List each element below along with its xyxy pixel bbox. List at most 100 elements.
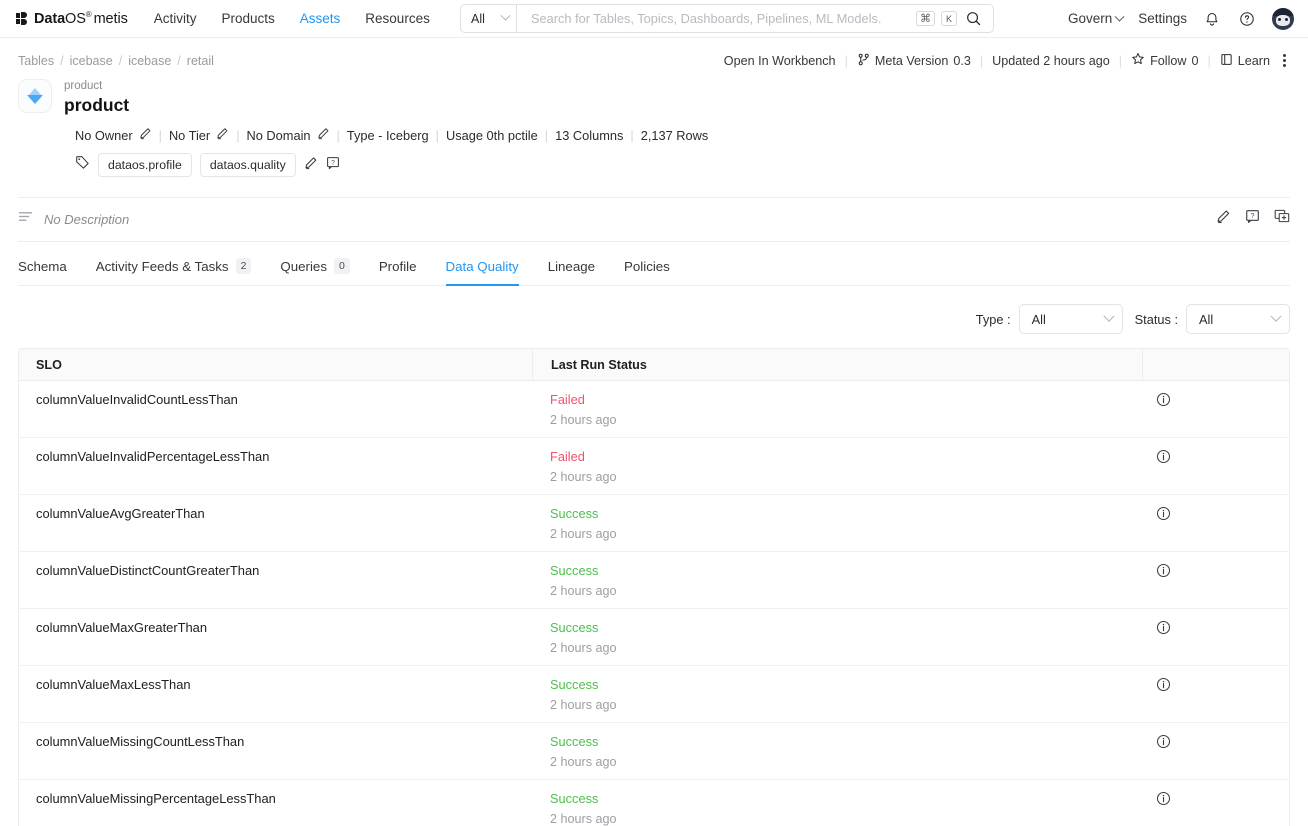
info-icon[interactable] xyxy=(1156,392,1171,412)
svg-text:?: ? xyxy=(1251,213,1255,220)
type-filter-label: Type : xyxy=(975,311,1011,327)
table-row[interactable]: columnValueInvalidCountLessThan Failed 2 h… xyxy=(19,381,1289,438)
table-row[interactable]: columnValueMaxGreaterThan Success 2 hours … xyxy=(19,609,1289,666)
status-badge: Success xyxy=(550,677,599,692)
nav-item-settings[interactable]: Settings xyxy=(1138,11,1187,26)
column-header-actions xyxy=(1142,349,1289,380)
description-actions: ? xyxy=(1216,209,1290,229)
more-options-icon[interactable] xyxy=(1279,52,1290,69)
cell-last-run-status: Failed 2 hours ago xyxy=(532,391,1142,427)
meta-divider: | xyxy=(158,127,162,143)
notification-bell-icon[interactable] xyxy=(1202,9,1222,29)
edit-pencil-icon[interactable] xyxy=(304,156,318,175)
chevron-down-icon xyxy=(1270,310,1282,322)
asset-details-page: Tables / icebase / icebase / retail Open… xyxy=(0,38,1308,826)
table-row[interactable]: columnValueMaxLessThan Success 2 hours ago xyxy=(19,666,1289,723)
cell-last-run-status: Failed 2 hours ago xyxy=(532,448,1142,484)
edit-pencil-icon[interactable] xyxy=(139,127,152,143)
tab-badge: 2 xyxy=(235,258,252,274)
asset-title-block: product product xyxy=(64,79,129,116)
breadcrumb-item-icebase-service[interactable]: icebase xyxy=(70,54,113,68)
tag-icon xyxy=(75,155,90,175)
status-timestamp: 2 hours ago xyxy=(550,413,617,427)
asset-title-row: product product xyxy=(18,79,1290,116)
follow-label: Follow xyxy=(1150,53,1187,68)
meta-domain[interactable]: No Domain xyxy=(247,127,330,143)
meta-tier[interactable]: No Tier xyxy=(169,127,229,143)
govern-label: Govern xyxy=(1067,11,1113,26)
table-row[interactable]: columnValueAvgGreaterThan Success 2 hours … xyxy=(19,495,1289,552)
breadcrumb-item-retail[interactable]: retail xyxy=(187,54,214,68)
tab-queries[interactable]: Queries 0 xyxy=(280,246,350,285)
nav-item-resources[interactable]: Resources xyxy=(365,1,430,37)
tab-lineage[interactable]: Lineage xyxy=(548,247,595,285)
info-icon[interactable] xyxy=(1156,449,1171,469)
table-row[interactable]: columnValueInvalidPercentageLessThan Fail… xyxy=(19,438,1289,495)
add-comment-icon[interactable] xyxy=(1274,209,1290,229)
edit-pencil-icon[interactable] xyxy=(216,127,229,143)
tab-data-quality[interactable]: Data Quality xyxy=(445,247,519,286)
brand-logo[interactable]: DataOS® metis xyxy=(16,10,128,27)
asset-meta-row: No Owner | No Tier | No Domain | Type - … xyxy=(75,127,1290,143)
tag-chip-profile[interactable]: dataos.profile xyxy=(98,153,192,177)
search-input[interactable] xyxy=(529,10,910,27)
status-filter-label: Status : xyxy=(1134,311,1178,327)
info-icon[interactable] xyxy=(1156,506,1171,526)
learn-button[interactable]: Learn xyxy=(1220,53,1270,69)
status-timestamp: 2 hours ago xyxy=(550,698,617,712)
tab-profile[interactable]: Profile xyxy=(379,247,417,285)
meta-divider: | xyxy=(336,127,340,143)
nav-item-govern[interactable]: Govern xyxy=(1067,11,1125,26)
asset-tab-bar: Schema Activity Feeds & Tasks 2 Queries 0 … xyxy=(18,242,1290,286)
help-box-icon[interactable]: ? xyxy=(1245,209,1260,229)
nav-right-group: Govern Settings xyxy=(1067,7,1294,30)
cell-slo-name: columnValueAvgGreaterThan xyxy=(36,506,205,521)
nav-item-products[interactable]: Products xyxy=(222,1,275,37)
edit-pencil-icon[interactable] xyxy=(317,127,330,143)
tab-label: Lineage xyxy=(547,258,596,274)
table-row[interactable]: columnValueMissingPercentageLessThan Succ… xyxy=(19,780,1289,826)
tab-label: Queries xyxy=(280,258,327,274)
help-circle-icon[interactable] xyxy=(1237,9,1257,29)
star-icon xyxy=(1131,52,1145,69)
meta-version-label: Meta Version xyxy=(874,53,949,68)
nav-item-assets[interactable]: Assets xyxy=(300,1,341,37)
meta-version-button[interactable]: Meta Version 0.3 xyxy=(857,53,971,69)
book-icon xyxy=(1220,53,1233,69)
search-scope-dropdown[interactable]: All xyxy=(460,4,516,33)
info-icon[interactable] xyxy=(1156,734,1171,754)
info-icon[interactable] xyxy=(1156,677,1171,697)
asset-tags-row: dataos.profile dataos.quality ? xyxy=(75,153,1290,177)
type-filter-select[interactable]: All xyxy=(1018,304,1123,334)
info-icon[interactable] xyxy=(1156,563,1171,583)
status-filter-group: Status : All xyxy=(1135,304,1290,334)
open-in-workbench-button[interactable]: Open In Workbench xyxy=(724,54,836,68)
toolbar-divider: | xyxy=(1118,53,1123,68)
tab-policies[interactable]: Policies xyxy=(624,247,670,285)
info-icon[interactable] xyxy=(1156,791,1171,811)
status-filter-select[interactable]: All xyxy=(1186,304,1290,334)
edit-pencil-icon[interactable] xyxy=(1216,209,1231,229)
tab-schema[interactable]: Schema xyxy=(18,247,67,285)
breadcrumb-item-tables[interactable]: Tables xyxy=(18,54,54,68)
cell-actions xyxy=(1142,619,1289,640)
status-badge: Success xyxy=(550,506,599,521)
follow-button[interactable]: Follow 0 xyxy=(1131,52,1199,69)
info-icon[interactable] xyxy=(1156,620,1171,640)
cell-slo-name: columnValueMaxGreaterThan xyxy=(36,620,208,635)
tab-label: Schema xyxy=(18,258,67,274)
breadcrumb-item-icebase-db[interactable]: icebase xyxy=(128,54,171,68)
table-row[interactable]: columnValueMissingCountLessThan Success 2 … xyxy=(19,723,1289,780)
tag-chip-quality[interactable]: dataos.quality xyxy=(199,153,296,177)
status-badge: Failed xyxy=(550,392,585,407)
nav-item-activity[interactable]: Activity xyxy=(154,1,197,37)
help-box-icon[interactable]: ? xyxy=(326,156,340,175)
tab-activity-feeds-tasks[interactable]: Activity Feeds & Tasks 2 xyxy=(96,246,252,285)
status-badge: Success xyxy=(550,620,599,635)
search-icon[interactable] xyxy=(963,9,983,29)
table-row[interactable]: columnValueDistinctCountGreaterThan Succe… xyxy=(19,552,1289,609)
user-avatar[interactable] xyxy=(1272,7,1294,30)
meta-owner[interactable]: No Owner xyxy=(75,127,152,143)
description-lines-icon xyxy=(18,210,33,228)
status-timestamp: 2 hours ago xyxy=(550,641,617,655)
